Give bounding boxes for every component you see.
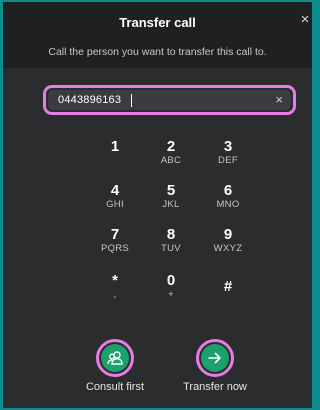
people-icon (107, 351, 123, 365)
transfer-now-action[interactable]: Transfer now (175, 339, 255, 393)
number-input-value: 0443896163 (58, 94, 122, 106)
dialog-header: Transfer call × (3, 2, 312, 32)
transfer-now-label: Transfer now (183, 381, 247, 393)
number-input-highlight: 0443896163 × (43, 85, 296, 115)
dialog-subtitle: Call the person you want to transfer thi… (48, 46, 267, 58)
transfer-call-dialog: Transfer call × Call the person you want… (3, 2, 312, 408)
dial-key-star[interactable]: * , (90, 272, 140, 312)
dial-key-letters: WXYZ (213, 243, 243, 254)
consult-first-button[interactable] (101, 344, 129, 372)
dial-key-letters: + (168, 289, 174, 300)
dial-key-letters: JKL (162, 199, 180, 210)
clear-icon[interactable]: × (275, 92, 283, 107)
dial-key-letters: DEF (218, 155, 238, 166)
dialpad-panel: 0443896163 × 1 2 ABC 3 DEF 4 GHI 5 JKL 6… (3, 68, 312, 408)
dial-key-digit: 8 (166, 226, 176, 243)
dial-key-1[interactable]: 1 (90, 138, 140, 178)
dial-key-digit: 9 (223, 226, 233, 243)
dial-key-digit: 7 (110, 226, 120, 243)
arrow-right-icon (208, 352, 221, 364)
dialog-title: Transfer call (119, 15, 196, 30)
dial-key-digit: 6 (223, 182, 233, 199)
consult-first-label: Consult first (85, 381, 145, 393)
dial-key-2[interactable]: 2 ABC (146, 138, 196, 178)
dial-key-digit: 2 (166, 138, 176, 155)
dial-key-letters: MNO (216, 199, 240, 210)
close-icon[interactable]: × (298, 12, 312, 28)
transfer-now-button[interactable] (201, 344, 229, 372)
dial-key-letters: , (113, 289, 117, 300)
dial-key-digit: # (223, 278, 233, 295)
dial-key-3[interactable]: 3 DEF (203, 138, 253, 178)
app-frame: Transfer call × Call the person you want… (0, 0, 319, 410)
dial-key-letters: ABC (160, 155, 182, 166)
dial-key-letters: TUV (161, 243, 181, 254)
transfer-now-highlight (196, 339, 234, 377)
dial-key-5[interactable]: 5 JKL (146, 182, 196, 222)
number-input[interactable]: 0443896163 × (48, 90, 291, 110)
dial-key-hash[interactable]: # (203, 278, 253, 318)
dial-key-9[interactable]: 9 WXYZ (203, 226, 253, 266)
dial-key-4[interactable]: 4 GHI (90, 182, 140, 222)
dial-key-letters: PQRS (100, 243, 130, 254)
dial-key-digit: 4 (110, 182, 120, 199)
dial-key-0[interactable]: 0 + (146, 272, 196, 312)
consult-first-highlight (96, 339, 134, 377)
dial-key-8[interactable]: 8 TUV (146, 226, 196, 266)
dial-key-digit: * (112, 272, 118, 289)
text-caret (131, 94, 132, 107)
dial-key-digit: 1 (110, 138, 120, 155)
dial-key-digit: 3 (223, 138, 233, 155)
dial-key-6[interactable]: 6 MNO (203, 182, 253, 222)
dial-key-digit: 0 (166, 272, 176, 289)
consult-first-action[interactable]: Consult first (75, 339, 155, 393)
dial-key-digit: 5 (166, 182, 176, 199)
dial-key-letters: GHI (106, 199, 124, 210)
dial-key-7[interactable]: 7 PQRS (90, 226, 140, 266)
